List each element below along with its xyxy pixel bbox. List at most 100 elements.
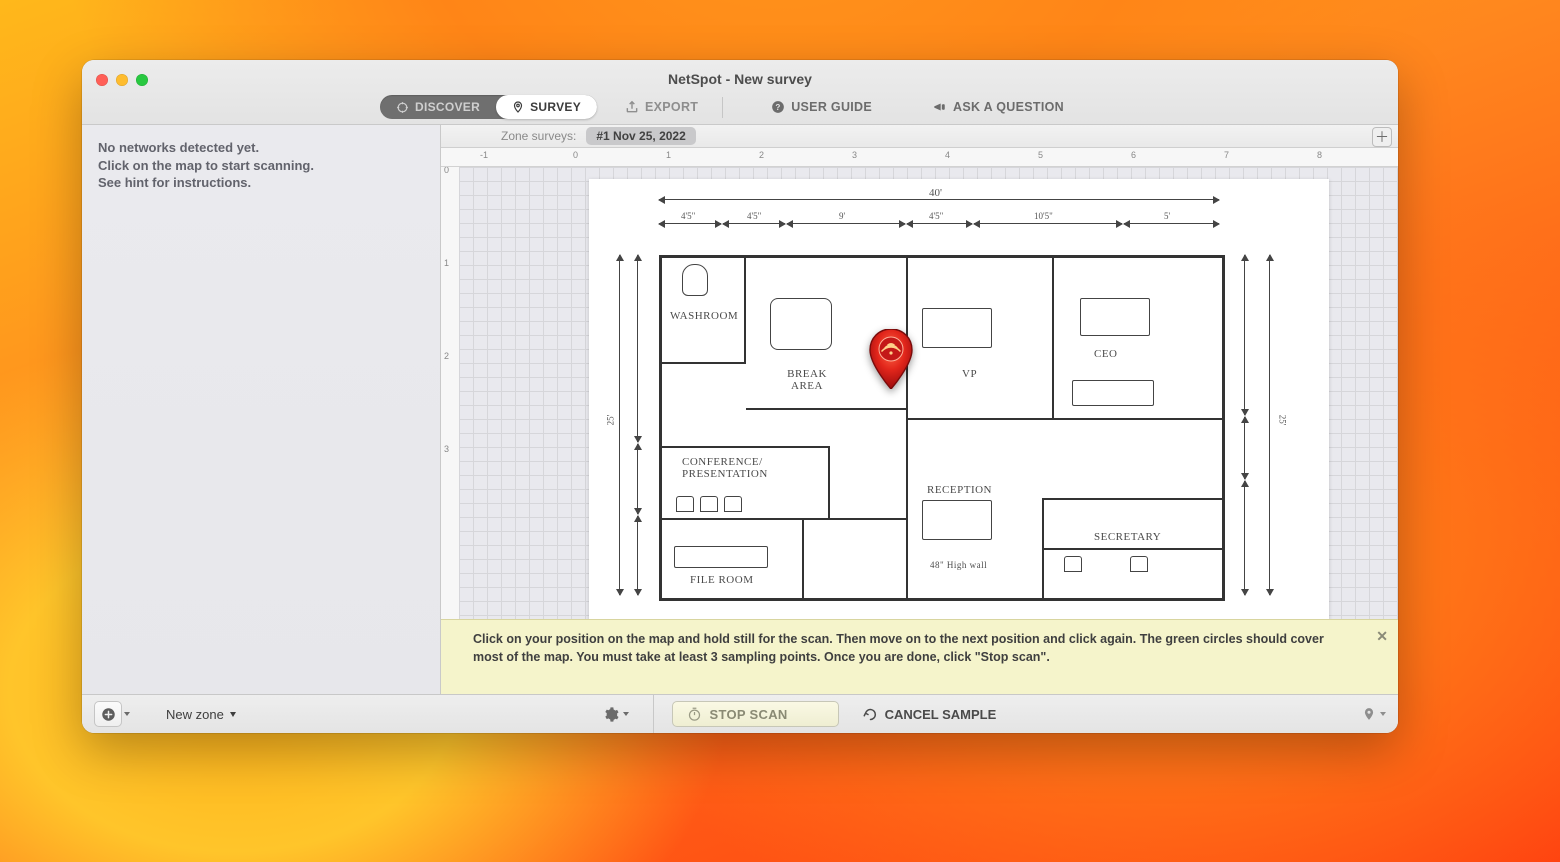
user-guide-button[interactable]: ? USER GUIDE bbox=[771, 100, 872, 114]
dim-right: 25' bbox=[1277, 415, 1287, 426]
ask-question-label: ASK A QUESTION bbox=[953, 100, 1064, 114]
room-washroom: WASHROOM bbox=[670, 310, 738, 322]
survey-tab[interactable]: SURVEY bbox=[496, 95, 597, 119]
dim-arrow bbox=[659, 223, 721, 224]
zoom-window-button[interactable] bbox=[136, 74, 148, 86]
sidebar-hint-line2: Click on the map to start scanning. bbox=[98, 157, 424, 175]
ruler-vertical: 0 1 2 3 bbox=[441, 167, 460, 694]
ruler-tick: 1 bbox=[444, 258, 449, 268]
ruler-tick: 3 bbox=[852, 150, 857, 160]
room-reception: RECEPTION bbox=[927, 484, 992, 496]
discover-label: DISCOVER bbox=[415, 100, 480, 114]
dim-arrow bbox=[723, 223, 785, 224]
toolbar-divider bbox=[722, 97, 723, 118]
dim-sub: 9' bbox=[839, 211, 845, 221]
floorplan-image: 40' 4'5" 4'5" 9' 4'5" 10'5" 5' bbox=[589, 179, 1329, 631]
dim-arrow bbox=[637, 444, 638, 514]
dim-left: 25' bbox=[605, 415, 615, 426]
discover-tab[interactable]: DISCOVER bbox=[380, 95, 496, 119]
minimize-window-button[interactable] bbox=[116, 74, 128, 86]
ruler-tick: 0 bbox=[444, 167, 449, 175]
survey-canvas[interactable]: 40' 4'5" 4'5" 9' 4'5" 10'5" 5' bbox=[459, 167, 1398, 694]
ruler-tick: -1 bbox=[480, 150, 488, 160]
dim-arrow bbox=[1244, 417, 1245, 479]
pin-small-icon bbox=[1362, 706, 1376, 722]
footer-divider bbox=[653, 695, 654, 733]
dim-arrow bbox=[1244, 481, 1245, 595]
floorplan-outline: WASHROOM BREAK AREA CONFERENCE/ PRESENTA… bbox=[659, 255, 1225, 601]
svg-text:?: ? bbox=[776, 103, 781, 112]
help-icon: ? bbox=[771, 100, 785, 114]
ruler-tick: 0 bbox=[573, 150, 578, 160]
dim-arrow bbox=[637, 516, 638, 595]
megaphone-icon bbox=[932, 100, 947, 114]
main-pane: Zone surveys: #1 Nov 25, 2022 ＋ -1 0 1 2… bbox=[441, 125, 1398, 694]
room-conference: CONFERENCE/ PRESENTATION bbox=[682, 456, 812, 480]
zone-survey-bar: Zone surveys: #1 Nov 25, 2022 ＋ bbox=[441, 125, 1398, 148]
content-area: No networks detected yet. Click on the m… bbox=[82, 125, 1398, 694]
export-icon bbox=[625, 100, 639, 114]
dim-arrow bbox=[637, 255, 638, 442]
dim-arrow bbox=[1244, 255, 1245, 415]
dim-sub: 10'5" bbox=[1034, 211, 1053, 221]
dim-sub: 5' bbox=[1164, 211, 1170, 221]
room-break: BREAK AREA bbox=[772, 368, 842, 392]
dim-arrow bbox=[907, 223, 972, 224]
new-zone-dropdown[interactable]: New zone bbox=[166, 707, 236, 722]
survey-location-pin[interactable] bbox=[869, 329, 913, 389]
ruler-tick: 8 bbox=[1317, 150, 1322, 160]
ruler-tick: 7 bbox=[1224, 150, 1229, 160]
app-window: NetSpot - New survey DISCOVER SURVEY EXP… bbox=[82, 60, 1398, 733]
dim-sub: 4'5" bbox=[929, 211, 943, 221]
room-vp: VP bbox=[962, 368, 977, 380]
hint-text: Click on your position on the map and ho… bbox=[473, 632, 1324, 664]
toolbar: DISCOVER SURVEY EXPORT ? USER GUIDE ASK … bbox=[82, 93, 1398, 121]
hint-close-button[interactable]: ✕ bbox=[1376, 626, 1388, 646]
export-button[interactable]: EXPORT bbox=[625, 100, 698, 114]
undo-icon bbox=[863, 707, 878, 722]
stop-scan-button[interactable]: STOP SCAN bbox=[672, 701, 839, 727]
cancel-sample-label: CANCEL SAMPLE bbox=[885, 707, 997, 722]
zone-survey-current[interactable]: #1 Nov 25, 2022 bbox=[586, 127, 695, 145]
ruler-tick: 2 bbox=[759, 150, 764, 160]
zone-surveys-label: Zone surveys: bbox=[501, 129, 576, 143]
new-zone-label: New zone bbox=[166, 707, 224, 722]
dim-sub: 4'5" bbox=[681, 211, 695, 221]
dim-arrow bbox=[974, 223, 1122, 224]
dim-arrow bbox=[1124, 223, 1219, 224]
canvas-wrap: 0 1 2 3 40' 4'5" 4'5" bbox=[441, 167, 1398, 694]
sidebar-hint-line3: See hint for instructions. bbox=[98, 174, 424, 192]
close-window-button[interactable] bbox=[96, 74, 108, 86]
window-controls bbox=[96, 74, 148, 86]
mode-segmented-control: DISCOVER SURVEY bbox=[380, 95, 597, 119]
ruler-tick: 6 bbox=[1131, 150, 1136, 160]
reception-note: 48" High wall bbox=[930, 560, 987, 570]
pin-icon bbox=[512, 100, 524, 114]
add-button[interactable] bbox=[94, 701, 122, 727]
cancel-sample-button[interactable]: CANCEL SAMPLE bbox=[863, 707, 997, 722]
ruler-tick: 5 bbox=[1038, 150, 1043, 160]
room-ceo: CEO bbox=[1094, 348, 1118, 360]
dim-arrow bbox=[787, 223, 905, 224]
stop-scan-label: STOP SCAN bbox=[710, 707, 788, 722]
user-guide-label: USER GUIDE bbox=[791, 100, 872, 114]
ruler-tick: 2 bbox=[444, 351, 449, 361]
survey-label: SURVEY bbox=[530, 100, 581, 114]
dim-sub: 4'5" bbox=[747, 211, 761, 221]
target-icon bbox=[396, 101, 409, 114]
ruler-tick: 1 bbox=[666, 150, 671, 160]
sidebar-hint-line1: No networks detected yet. bbox=[98, 139, 424, 157]
footer: New zone STOP SCAN CANCEL SAMPLE bbox=[82, 694, 1398, 733]
dim-top: 40' bbox=[929, 187, 942, 199]
sidebar: No networks detected yet. Click on the m… bbox=[82, 125, 441, 694]
dim-arrow bbox=[1269, 255, 1270, 595]
ruler-tick: 3 bbox=[444, 444, 449, 454]
settings-dropdown[interactable] bbox=[602, 706, 629, 723]
gear-icon bbox=[602, 706, 619, 723]
ask-question-button[interactable]: ASK A QUESTION bbox=[932, 100, 1064, 114]
window-title: NetSpot - New survey bbox=[82, 71, 1398, 87]
stopwatch-icon bbox=[687, 707, 702, 722]
pin-mode-dropdown[interactable] bbox=[1362, 706, 1386, 722]
add-zone-survey-button[interactable]: ＋ bbox=[1372, 127, 1392, 147]
dim-arrow bbox=[619, 255, 620, 595]
